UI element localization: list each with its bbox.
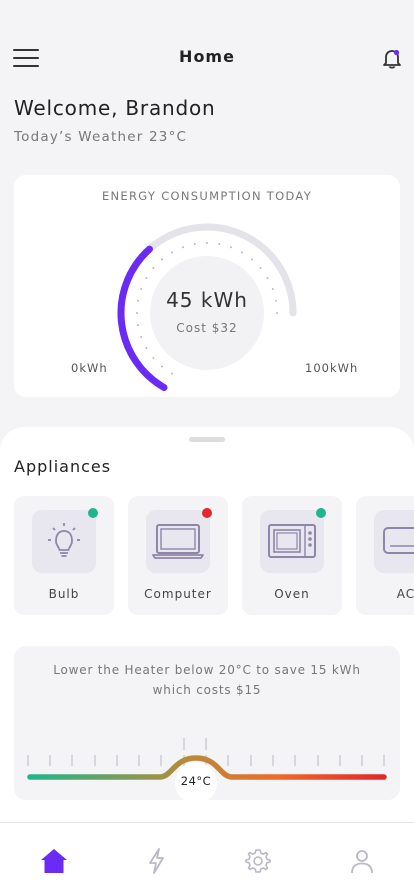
energy-value: 45 kWh bbox=[166, 288, 248, 312]
gauge-tick bbox=[145, 277, 148, 279]
gauge-tick bbox=[182, 246, 185, 249]
gauge-max-label: 100kWh bbox=[305, 361, 359, 375]
gauge-min-label: 0kWh bbox=[71, 361, 108, 375]
gauge-tick bbox=[140, 335, 143, 338]
home-screen: Home Welcome, Brandon Today’s Weather 23… bbox=[0, 0, 414, 896]
bell-icon[interactable] bbox=[381, 47, 403, 69]
nav-home[interactable] bbox=[40, 847, 68, 875]
gauge-tick bbox=[193, 243, 196, 246]
slider-thumb[interactable]: 24°C bbox=[175, 762, 217, 804]
gauge-tick bbox=[206, 242, 208, 244]
status-dot-on bbox=[88, 508, 98, 518]
computer-icon bbox=[152, 524, 204, 559]
gauge-center bbox=[150, 256, 264, 370]
energy-cost: Cost $32 bbox=[176, 321, 238, 335]
nav-settings[interactable] bbox=[244, 847, 272, 875]
weather-text: Today’s Weather 23°C bbox=[14, 129, 188, 145]
gauge-tick bbox=[218, 243, 221, 246]
user-icon bbox=[351, 850, 373, 874]
bulb-icon bbox=[48, 523, 80, 557]
gauge-tick bbox=[259, 267, 262, 269]
energy-consumption-card: ENERGY CONSUMPTION TODAY 45 kWh Cost $32… bbox=[14, 175, 400, 397]
gauge-tick bbox=[171, 372, 173, 375]
gauge-tick bbox=[152, 357, 155, 359]
appliance-card-ac[interactable]: AC bbox=[356, 496, 414, 615]
gauge-tick bbox=[229, 246, 232, 249]
gauge-tick bbox=[276, 312, 278, 314]
appliance-card-bulb[interactable]: Bulb bbox=[14, 496, 114, 615]
appliance-label: Bulb bbox=[48, 587, 80, 601]
ac-icon bbox=[383, 527, 414, 554]
welcome-text: Welcome, Brandon bbox=[14, 96, 216, 120]
bottom-navigation bbox=[0, 822, 414, 896]
appliance-label: Oven bbox=[274, 587, 310, 601]
gauge-tick bbox=[145, 347, 148, 349]
nav-profile[interactable] bbox=[348, 847, 376, 875]
appliance-card-oven[interactable]: Oven bbox=[242, 496, 342, 615]
status-dot-on bbox=[316, 508, 326, 518]
lightning-icon bbox=[149, 848, 164, 874]
gauge-tick bbox=[161, 258, 163, 261]
gauge-tick bbox=[171, 251, 173, 254]
heater-tip-card: Lower the Heater below 20°C to save 15 k… bbox=[14, 646, 400, 804]
appliance-label: Computer bbox=[144, 587, 212, 601]
gauge-tick bbox=[161, 365, 163, 368]
oven-icon bbox=[268, 524, 316, 558]
appliance-label: AC bbox=[396, 587, 414, 601]
status-dot-off bbox=[202, 508, 212, 518]
nav-energy[interactable] bbox=[143, 847, 171, 875]
gear-icon bbox=[245, 849, 271, 873]
gauge-tick bbox=[251, 258, 253, 261]
gauge-tick bbox=[136, 312, 138, 314]
sheet-drag-handle[interactable] bbox=[189, 437, 225, 442]
appliance-card-computer[interactable]: Computer bbox=[128, 496, 228, 615]
appliance-clip: AC bbox=[356, 496, 414, 615]
home-icon bbox=[41, 849, 67, 873]
gauge-tick bbox=[241, 251, 243, 254]
slider-value: 24°C bbox=[180, 774, 212, 788]
gauge-tick bbox=[266, 277, 269, 279]
gauge-tick bbox=[152, 267, 155, 269]
appliances-title: Appliances bbox=[14, 457, 112, 476]
page-title: Home bbox=[179, 47, 235, 66]
